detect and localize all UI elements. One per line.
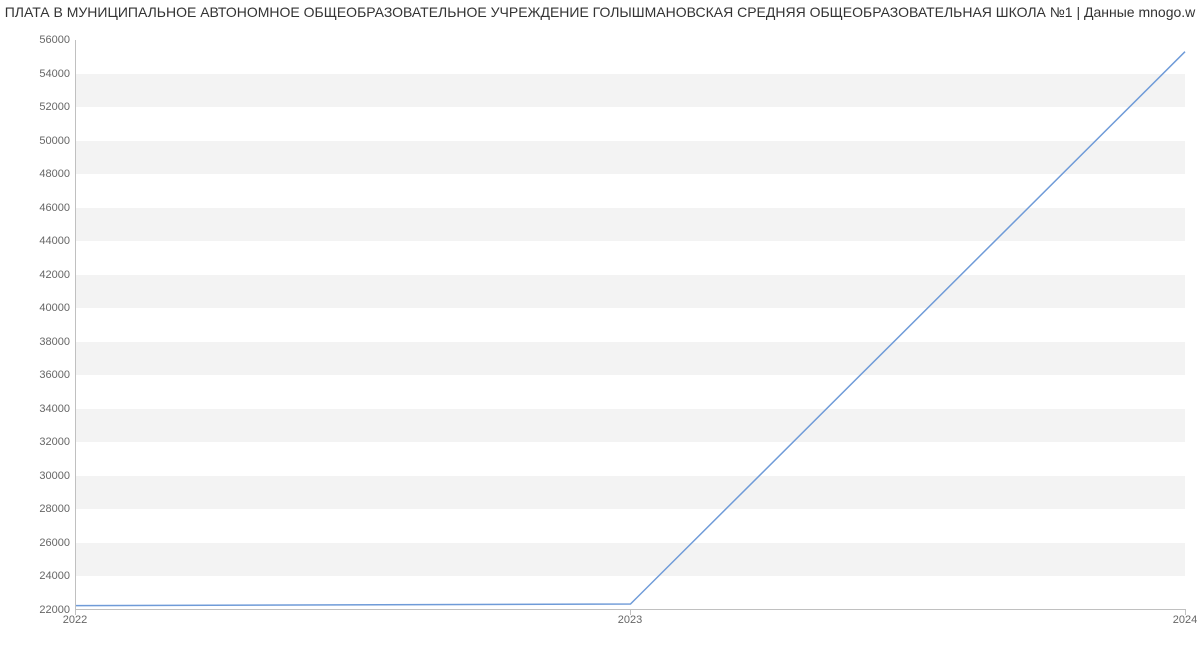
y-tick-label: 30000 bbox=[10, 470, 70, 482]
y-tick-label: 48000 bbox=[10, 168, 70, 180]
y-tick-label: 46000 bbox=[10, 202, 70, 214]
x-tick-mark bbox=[1185, 609, 1186, 615]
y-tick-label: 22000 bbox=[10, 604, 70, 616]
y-tick-label: 26000 bbox=[10, 537, 70, 549]
y-tick-label: 44000 bbox=[10, 235, 70, 247]
plot-area bbox=[75, 40, 1185, 610]
x-tick-label: 2022 bbox=[63, 614, 87, 626]
y-tick-label: 40000 bbox=[10, 302, 70, 314]
y-tick-label: 42000 bbox=[10, 269, 70, 281]
chart-title: ПЛАТА В МУНИЦИПАЛЬНОЕ АВТОНОМНОЕ ОБЩЕОБР… bbox=[0, 4, 1200, 20]
x-tick-label: 2024 bbox=[1173, 614, 1197, 626]
x-tick-mark bbox=[75, 609, 76, 615]
y-tick-label: 32000 bbox=[10, 436, 70, 448]
y-tick-label: 52000 bbox=[10, 101, 70, 113]
y-tick-label: 24000 bbox=[10, 570, 70, 582]
y-tick-label: 34000 bbox=[10, 403, 70, 415]
y-tick-label: 38000 bbox=[10, 336, 70, 348]
y-tick-label: 54000 bbox=[10, 68, 70, 80]
x-tick-label: 2023 bbox=[618, 614, 642, 626]
y-tick-label: 50000 bbox=[10, 135, 70, 147]
y-tick-label: 56000 bbox=[10, 34, 70, 46]
x-tick-mark bbox=[630, 609, 631, 615]
data-line bbox=[76, 40, 1185, 609]
y-tick-label: 28000 bbox=[10, 503, 70, 515]
y-tick-label: 36000 bbox=[10, 369, 70, 381]
